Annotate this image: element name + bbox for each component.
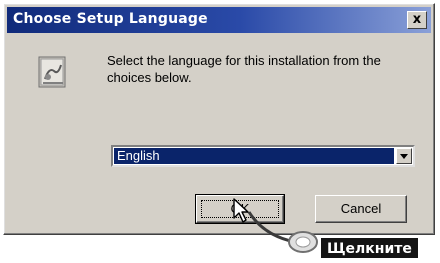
cancel-button-label: Cancel	[340, 201, 382, 216]
setup-icon	[38, 56, 66, 88]
cancel-button[interactable]: Cancel	[315, 195, 407, 223]
callout-pointer-icon	[247, 211, 318, 253]
dropdown-arrow-button[interactable]	[396, 148, 412, 164]
dropdown-arrow-icon	[400, 154, 408, 159]
instruction-text: Select the language for this installatio…	[107, 53, 381, 85]
title-bar[interactable]: Choose Setup Language x	[7, 7, 431, 33]
language-select-value: English	[114, 148, 394, 164]
language-select[interactable]: English	[111, 145, 415, 167]
dialog-title: Choose Setup Language	[13, 11, 208, 27]
click-annotation-label: Щелкните	[320, 237, 419, 259]
close-button[interactable]: x	[407, 11, 427, 29]
close-icon: x	[412, 12, 422, 27]
